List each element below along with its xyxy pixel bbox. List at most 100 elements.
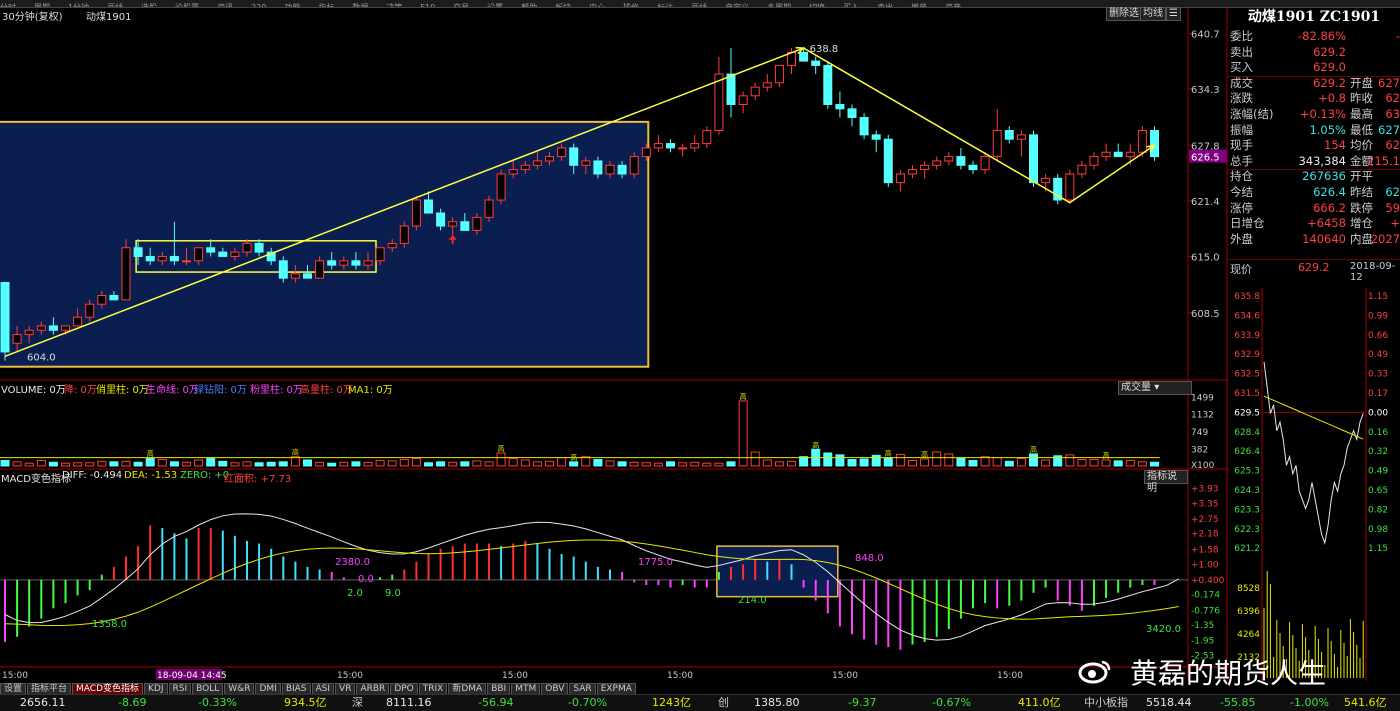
candle — [581, 160, 591, 166]
high-volume-marker: 高 — [740, 392, 747, 401]
volume-bar — [1016, 458, 1026, 467]
volume-bar — [871, 454, 881, 467]
status-item: 创 — [718, 696, 729, 709]
quote-value: 629.2 — [1313, 75, 1346, 90]
candle — [327, 260, 337, 266]
quote-value-2: 627 — [1378, 75, 1400, 90]
time-axis-label: 15:00 — [832, 671, 858, 681]
quote-label: 外盘 — [1230, 231, 1253, 246]
candle — [109, 295, 119, 301]
candle — [968, 164, 978, 171]
volume-bar — [762, 459, 772, 467]
quote-label-2: 内盘 — [1350, 231, 1373, 246]
quote-value-2: + — [1390, 216, 1400, 231]
volume-bar — [194, 459, 204, 467]
candle — [363, 260, 373, 266]
quote-row: 持仓 267636 开平 — [1228, 169, 1400, 185]
candle — [1101, 151, 1111, 158]
indicator-tabs: 设置 指标平台 MACD变色指标 KDJ RSI BOLL W&R DMI BIAS ASI VR A… — [0, 681, 700, 695]
quote-value-2: - — [1395, 29, 1400, 43]
macd-annotation: 9.0 — [385, 588, 401, 599]
quote-row: 买入 629.0 — [1228, 60, 1400, 77]
intraday-pct-tick: 0.98 — [1368, 525, 1388, 535]
intraday-price-tick: 626.4 — [1234, 447, 1260, 457]
intraday-volume-tick: 6396 — [1237, 607, 1260, 617]
candle — [1137, 130, 1147, 153]
macd-header: MACD变色指标 DIFF: -0.494 DEA: -1.53 ZERO: +… — [0, 470, 1188, 494]
volume-bar — [133, 461, 143, 467]
volume-bar — [823, 452, 833, 467]
bear-col-value: 俏里柱: 0万 — [96, 385, 149, 396]
status-item: -55.85 — [1220, 696, 1256, 709]
quote-label-2: 昨结 — [1350, 185, 1373, 199]
quote-label: 日增仓 — [1230, 216, 1265, 231]
candle — [847, 108, 857, 119]
volume-bar — [883, 457, 893, 467]
volume-bar — [0, 459, 10, 467]
macd-dea-line — [4, 539, 1179, 627]
candle — [883, 138, 893, 184]
volume-bar — [121, 460, 131, 467]
volume-bar — [629, 461, 639, 467]
candle — [569, 147, 579, 166]
volume-bar — [1041, 459, 1051, 467]
candle — [932, 160, 942, 166]
volume-bar — [278, 461, 288, 467]
macd-highlight-box[interactable] — [716, 545, 839, 598]
pink-col-value: 粉里柱: 0万 — [250, 385, 303, 396]
candle — [920, 164, 930, 171]
volume-bar — [411, 458, 421, 467]
volume-bar — [206, 458, 216, 467]
intraday-price-tick: 624.3 — [1234, 486, 1260, 496]
macd-annotation: 1775.0 — [638, 557, 673, 568]
price-label: 现价 — [1230, 263, 1252, 276]
status-item: 8111.16 — [386, 696, 432, 709]
price-tick-label: 634.3 — [1191, 85, 1220, 96]
quote-label-2: 均价 — [1350, 138, 1373, 153]
macd-diff-line — [4, 513, 1179, 641]
macd-tick-label: -1.35 — [1191, 621, 1214, 631]
intraday-price-tick: 628.4 — [1234, 428, 1260, 438]
intraday-pct-tick: 0.17 — [1368, 389, 1388, 399]
volume-bar — [1137, 461, 1147, 467]
macd-annotation: 3420.0 — [1146, 624, 1181, 635]
volume-bar — [1089, 458, 1099, 467]
candle — [218, 251, 228, 257]
quote-label: 卖出 — [1230, 44, 1253, 59]
high-col-value: 高量柱: 0万 — [300, 385, 353, 396]
volume-bar — [460, 461, 470, 467]
candle — [399, 225, 409, 244]
quote-value: 343,384 — [1298, 153, 1346, 168]
volume-bar — [1065, 454, 1075, 467]
candle — [230, 251, 240, 257]
macd-tick-label: +0.400 — [1191, 576, 1225, 586]
quote-row: 振幅 1.05% 最低 627 — [1228, 123, 1400, 139]
price-value: 629.2 — [1298, 261, 1330, 274]
volume-bar — [835, 454, 845, 467]
candle — [496, 173, 506, 201]
candle — [750, 86, 760, 97]
candle — [315, 260, 325, 279]
chart-canvas[interactable]: 638.8604.0 高高高高高高高 高高高 2380.00.02.0 9.0135… — [0, 0, 1228, 681]
candle — [254, 242, 264, 253]
candle — [133, 247, 143, 257]
macd-tick-label: +1.58 — [1191, 545, 1219, 555]
quote-value: 1.05% — [1309, 122, 1346, 137]
volume-bar — [85, 462, 95, 467]
intraday-price-tick: 632.9 — [1234, 350, 1260, 360]
volume-bar — [484, 461, 494, 467]
volume-bar — [944, 453, 954, 467]
quote-row: 涨跌 +0.8 昨收 62 — [1228, 91, 1400, 107]
intraday-chart[interactable]: 635.8 1.15 634.6 0.99 633.9 0.66 632.9 0.49 632.… — [1228, 288, 1400, 681]
intraday-pct-tick: 0.32 — [1368, 447, 1388, 457]
volume-bar — [774, 461, 784, 467]
candle — [339, 260, 349, 266]
intraday-price-tick: 634.6 — [1234, 311, 1260, 321]
volume-dropdown[interactable]: 成交量 ▾ — [1118, 381, 1192, 395]
quote-label: 买入 — [1230, 60, 1253, 75]
intraday-volume-tick: 8528 — [1237, 584, 1260, 594]
candle — [387, 242, 397, 249]
indicator-explain-button[interactable]: 指标说明 — [1144, 470, 1188, 494]
high-volume-marker: 高 — [147, 449, 154, 458]
volume-dropdown-label: 成交量 — [1121, 382, 1151, 393]
